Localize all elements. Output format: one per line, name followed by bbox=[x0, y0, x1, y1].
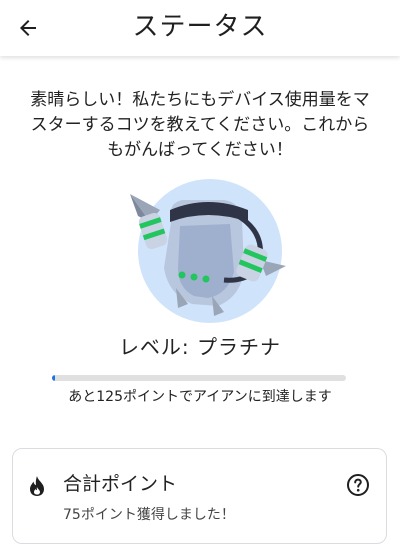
message-line-2: スターするコツを教えてください。これから bbox=[30, 115, 370, 135]
page-title: ステータス bbox=[132, 12, 268, 42]
app-bar: ステータス bbox=[0, 0, 400, 56]
level-progress-fill bbox=[52, 375, 55, 381]
level-progress-bar bbox=[52, 375, 346, 381]
level-badge bbox=[120, 176, 290, 326]
total-points-card[interactable]: 合計ポイント 75ポイント獲得しました！ bbox=[12, 448, 387, 544]
level-label: レベル: プラチナ bbox=[118, 335, 282, 359]
message-line-1: 素晴らしい！私たちにもデバイス使用量をマ bbox=[30, 90, 370, 110]
flame-icon bbox=[30, 476, 44, 496]
congratulation-message: 素晴らしい！私たちにもデバイス使用量をマ スターするコツを教えてください。これか… bbox=[14, 88, 386, 163]
jetpack-badge-icon bbox=[130, 179, 286, 323]
help-circle-icon[interactable] bbox=[346, 473, 370, 497]
message-line-3: もがんばってください！ bbox=[107, 140, 293, 160]
points-subtitle: 75ポイント獲得しました！ bbox=[63, 507, 235, 523]
progress-text: あと125ポイントでアイアンに到達します bbox=[68, 389, 332, 405]
points-title: 合計ポイント bbox=[63, 473, 178, 495]
